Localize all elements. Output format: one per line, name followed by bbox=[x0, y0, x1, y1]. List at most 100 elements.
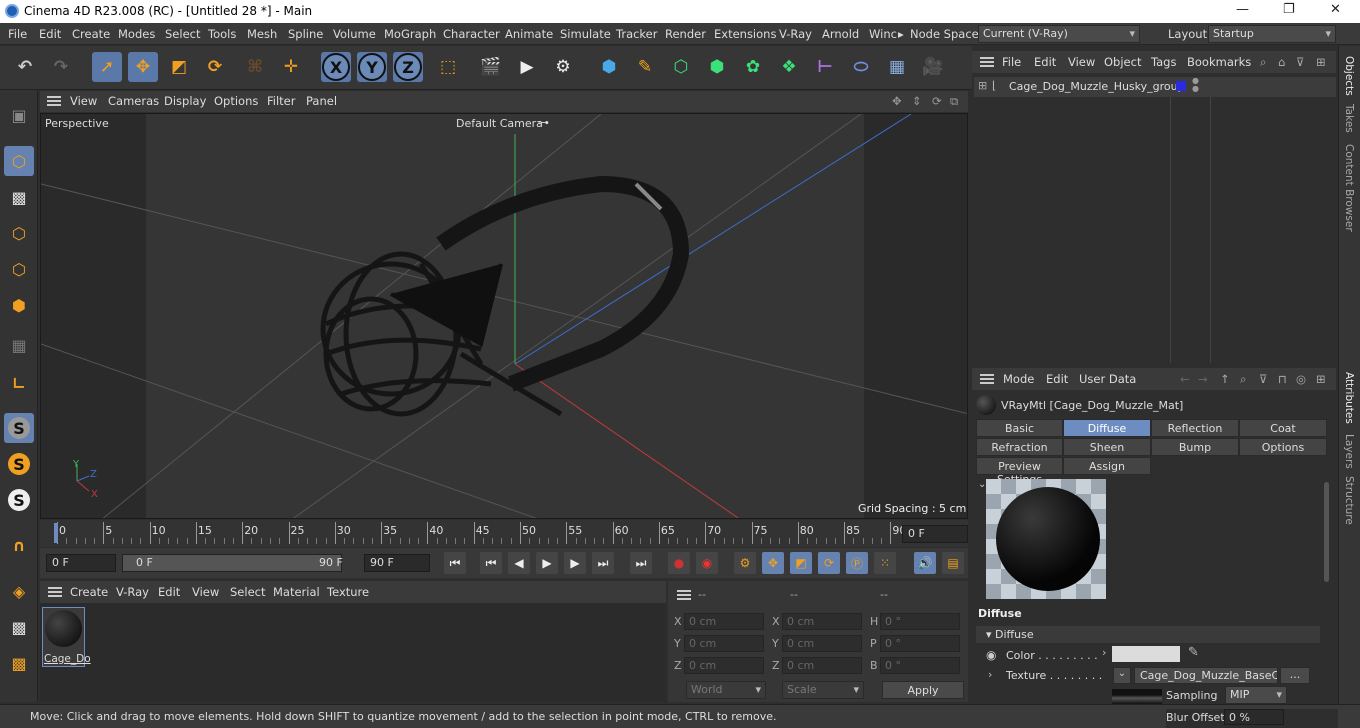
side-tab-layers[interactable]: Layers bbox=[1343, 434, 1355, 469]
menu-tools[interactable]: Tools bbox=[208, 27, 236, 41]
floor-icon[interactable]: ▦ bbox=[882, 52, 912, 82]
blur-offset-field[interactable]: 0 % bbox=[1224, 709, 1284, 725]
z-axis-lock[interactable]: Z bbox=[393, 52, 423, 82]
field-icon[interactable]: ⬭ bbox=[846, 52, 876, 82]
viewport-menu-view[interactable]: View bbox=[70, 94, 97, 108]
lock-icon[interactable]: ⊓ bbox=[1278, 372, 1287, 386]
side-tab-objects[interactable]: Objects bbox=[1343, 56, 1355, 96]
previous-frame-icon[interactable]: ◀ bbox=[508, 552, 530, 574]
diffuse-group-header[interactable]: ▾ Diffuse bbox=[976, 626, 1320, 643]
menu-tracker[interactable]: Tracker bbox=[616, 27, 658, 41]
menu-create[interactable]: Create bbox=[72, 27, 110, 41]
tab-diffuse[interactable]: Diffuse bbox=[1063, 419, 1151, 437]
key-scale-icon[interactable]: ◩ bbox=[790, 552, 812, 574]
layer-color-swatch[interactable] bbox=[1176, 81, 1186, 91]
size-x-field[interactable]: 0 cm bbox=[782, 613, 862, 630]
tab-sheen[interactable]: Sheen bbox=[1063, 438, 1151, 456]
model-mode-icon[interactable]: ⬡ bbox=[4, 146, 34, 176]
attribute-search-icon[interactable]: ⌕ bbox=[1240, 372, 1246, 387]
menu-spline[interactable]: Spline bbox=[288, 27, 323, 41]
key-rotation-icon[interactable]: ⟳ bbox=[818, 552, 840, 574]
attribute-scrollbar[interactable] bbox=[1324, 482, 1329, 582]
subdivision-icon[interactable]: ⬡ bbox=[666, 52, 696, 82]
menu-overflow-icon[interactable]: ▸ bbox=[898, 27, 904, 41]
menu-edit[interactable]: Edit bbox=[39, 27, 61, 41]
tab-assign[interactable]: Assign bbox=[1063, 457, 1151, 475]
workplane-snap-icon[interactable]: S bbox=[4, 485, 34, 515]
key-parameter-icon[interactable]: Ⓟ bbox=[846, 552, 868, 574]
object-row[interactable]: ⊞ ⌊ Cage_Dog_Muzzle_Husky_group ● ● bbox=[974, 77, 1336, 97]
attribute-new-window-icon[interactable]: ⊞ bbox=[1316, 372, 1326, 386]
mograph-icon[interactable]: ❖ bbox=[774, 52, 804, 82]
tab-coat[interactable]: Coat bbox=[1239, 419, 1327, 437]
material-swatch[interactable]: Cage_Do bbox=[42, 607, 91, 667]
viewport-maximize-icon[interactable]: ⧉ bbox=[950, 94, 958, 109]
object-menu-tags[interactable]: Tags bbox=[1151, 55, 1176, 69]
viewport-menu-display[interactable]: Display bbox=[164, 94, 206, 108]
cloner-icon[interactable]: ✿ bbox=[738, 52, 768, 82]
camera-icon[interactable]: 🎥 bbox=[918, 52, 948, 82]
material-hamburger-icon[interactable] bbox=[48, 587, 62, 597]
object-search-icon[interactable]: ⌕ bbox=[1260, 55, 1266, 70]
tab-bump[interactable]: Bump bbox=[1151, 438, 1239, 456]
layout-dropdown[interactable]: Startup bbox=[1208, 25, 1336, 43]
tab-basic[interactable]: Basic bbox=[976, 419, 1063, 437]
menu-render[interactable]: Render bbox=[665, 27, 706, 41]
menu-volume[interactable]: Volume bbox=[333, 27, 376, 41]
axis-mode-icon[interactable]: ∟ bbox=[4, 368, 34, 398]
next-frame-icon[interactable]: ▶ bbox=[564, 552, 586, 574]
next-key-icon[interactable]: ⏭ bbox=[592, 552, 614, 574]
menu-extensions[interactable]: Extensions bbox=[714, 27, 776, 41]
polygons-mode-icon[interactable]: ⬢ bbox=[4, 290, 34, 320]
menu-modes[interactable]: Modes bbox=[118, 27, 155, 41]
axis-move-icon[interactable]: ✛ bbox=[276, 52, 306, 82]
attribute-menu-edit[interactable]: Edit bbox=[1046, 372, 1068, 386]
attribute-settings-icon[interactable]: ◎ bbox=[1296, 372, 1306, 386]
viewport-menu-filter[interactable]: Filter bbox=[267, 94, 295, 108]
rot-h-field[interactable]: 0 ° bbox=[880, 613, 960, 630]
maximize-button[interactable]: ❐ bbox=[1283, 2, 1295, 17]
y-axis-lock[interactable]: Y bbox=[357, 52, 387, 82]
undo-icon[interactable]: ↶ bbox=[10, 52, 40, 82]
object-home-icon[interactable]: ⌂ bbox=[1278, 55, 1285, 69]
points-mode-icon[interactable]: ⬡ bbox=[4, 218, 34, 248]
uv-mode-icon[interactable]: ▦ bbox=[4, 330, 34, 360]
object-name[interactable]: Cage_Dog_Muzzle_Husky_group bbox=[1009, 80, 1185, 93]
color-animate-icon[interactable]: ◉ bbox=[986, 648, 996, 662]
material-menu-vray[interactable]: V-Ray bbox=[116, 585, 149, 599]
make-editable-icon[interactable]: ▣ bbox=[4, 100, 34, 130]
texture-mode-icon[interactable]: ▩ bbox=[4, 182, 34, 212]
size-y-field[interactable]: 0 cm bbox=[782, 635, 862, 652]
cube-object-icon[interactable]: ⬢ bbox=[594, 52, 624, 82]
extrude-generator-icon[interactable]: ⬢ bbox=[702, 52, 732, 82]
frame-range-slider[interactable] bbox=[122, 554, 342, 572]
render-picture-viewer-icon[interactable]: ▶ bbox=[512, 52, 542, 82]
texture-menu-button[interactable]: ⌄ bbox=[1113, 667, 1131, 684]
pos-z-field[interactable]: 0 cm bbox=[684, 657, 764, 674]
menu-simulate[interactable]: Simulate bbox=[560, 27, 611, 41]
material-menu-texture[interactable]: Texture bbox=[327, 585, 369, 599]
side-tab-takes[interactable]: Takes bbox=[1343, 104, 1355, 133]
viewport-rotate-icon[interactable]: ⟳ bbox=[932, 94, 942, 108]
go-to-end-icon[interactable]: ⏭ bbox=[630, 552, 652, 574]
tab-options[interactable]: Options bbox=[1239, 438, 1327, 456]
viewport-menu-options[interactable]: Options bbox=[214, 94, 258, 108]
attribute-filter-icon[interactable]: ⊽ bbox=[1259, 372, 1267, 386]
redo-icon[interactable]: ↷ bbox=[46, 52, 76, 82]
x-axis-lock[interactable]: X bbox=[321, 52, 351, 82]
play-icon[interactable]: ▶ bbox=[536, 552, 558, 574]
menu-mesh[interactable]: Mesh bbox=[247, 27, 277, 41]
key-position-icon[interactable]: ✥ bbox=[762, 552, 784, 574]
menu-character[interactable]: Character bbox=[443, 27, 500, 41]
menu-vray[interactable]: V-Ray bbox=[779, 27, 812, 41]
start-frame-field[interactable]: 0 F bbox=[46, 554, 116, 572]
node-space-dropdown[interactable]: Current (V-Ray) bbox=[978, 25, 1140, 43]
color-swatch[interactable] bbox=[1112, 646, 1180, 662]
material-menu-material[interactable]: Material bbox=[273, 585, 320, 599]
camera-link-icon[interactable]: ⊶ bbox=[538, 116, 549, 129]
planar-workplane-icon[interactable]: ▩ bbox=[4, 648, 34, 678]
coordinate-system-icon[interactable]: ⬚ bbox=[433, 52, 463, 82]
viewport-menu-cameras[interactable]: Cameras bbox=[108, 94, 159, 108]
go-to-start-icon[interactable]: ⏮ bbox=[444, 552, 466, 574]
object-hamburger-icon[interactable] bbox=[980, 57, 994, 67]
